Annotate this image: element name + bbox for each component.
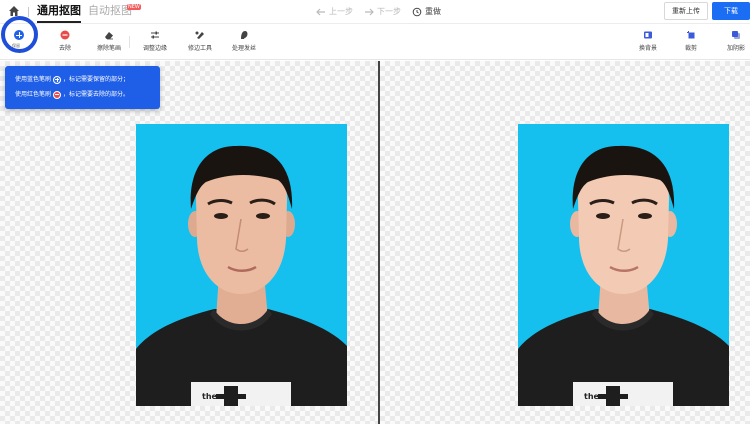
adjust-edge-tool[interactable]: 调整边缘 [130,30,180,53]
red-brush-icon [53,90,62,99]
add-shadow-tool[interactable]: 加阴影 [711,30,750,53]
hair-tool[interactable]: 处理发丝 [219,30,269,53]
tool-label: 裁剪 [684,45,697,52]
eraser-tool[interactable]: 擦除笔画 [84,30,134,53]
reupload-button[interactable]: 重新上传 [664,2,708,20]
download-button[interactable]: 下载 [712,2,750,20]
eraser-icon [105,32,113,40]
portrait-result-image: the [518,124,729,406]
tool-label: 去除 [58,45,71,52]
background-icon [644,31,652,39]
tooltip-line-keep: 使用蓝色笔刷 ，标记需要保留的部分； [15,72,160,87]
tab-general-cutout[interactable]: 通用抠图 [37,4,81,23]
remove-brush-tool[interactable]: 去除 [40,30,90,53]
keep-brush-icon[interactable] [14,30,24,40]
source-photo[interactable]: the [136,124,347,406]
tool-label: 修边工具 [187,45,212,52]
tool-label: 调整边缘 [142,45,167,52]
tool-label: 处理发丝 [231,45,256,52]
compare-divider[interactable] [378,61,380,424]
portrait-image: the [136,124,347,406]
toolbar: 去除 擦除笔画 调整边缘 修边工具 处理发丝 换背景 裁剪 加阴影 [0,24,750,60]
undo-button[interactable]: 上一步 [316,6,353,17]
keep-brush-label: 保留 [12,43,20,48]
new-badge: NEW [127,4,141,10]
redo-label: 下一步 [377,7,401,16]
reset-button[interactable]: 重做 [412,6,441,17]
hair-icon [241,31,248,39]
shadow-icon [732,31,740,39]
tool-label: 加阴影 [726,45,745,52]
shirt-print-text: the [584,392,600,401]
tab-auto-cutout[interactable]: 自动抠图 [88,4,132,18]
separator [28,7,29,17]
top-bar: 通用抠图 自动抠图 NEW 上一步 下一步 重做 重新上传 下载 [0,0,750,24]
crop-icon [687,31,695,39]
history-icon [412,7,422,16]
blue-brush-icon [53,75,62,84]
tooltip-text: ，标记需要保留的部分； [63,75,130,83]
result-photo[interactable]: the [518,124,729,406]
tooltip-text: 使用红色笔刷 [15,90,52,98]
trim-tool[interactable]: 修边工具 [175,30,225,53]
shirt-print-text: the [202,392,218,401]
tooltip-text: 使用蓝色笔刷 [15,75,52,83]
tool-label: 擦除笔画 [96,45,121,52]
tooltip-line-remove: 使用红色笔刷 ，标记需要去除的部分。 [15,87,160,102]
trim-icon [195,31,204,39]
tooltip-text: ，标记需要去除的部分。 [63,90,130,98]
undo-icon [316,8,325,15]
crop-tool[interactable]: 裁剪 [666,30,716,53]
redo-icon [365,8,374,15]
remove-brush-icon [60,30,70,40]
brush-help-tooltip: 使用蓝色笔刷 ，标记需要保留的部分； 使用红色笔刷 ，标记需要去除的部分。 [5,66,160,109]
undo-label: 上一步 [329,7,353,16]
sliders-icon [151,31,159,39]
redo-button[interactable]: 下一步 [364,6,401,17]
reset-label: 重做 [425,7,441,16]
